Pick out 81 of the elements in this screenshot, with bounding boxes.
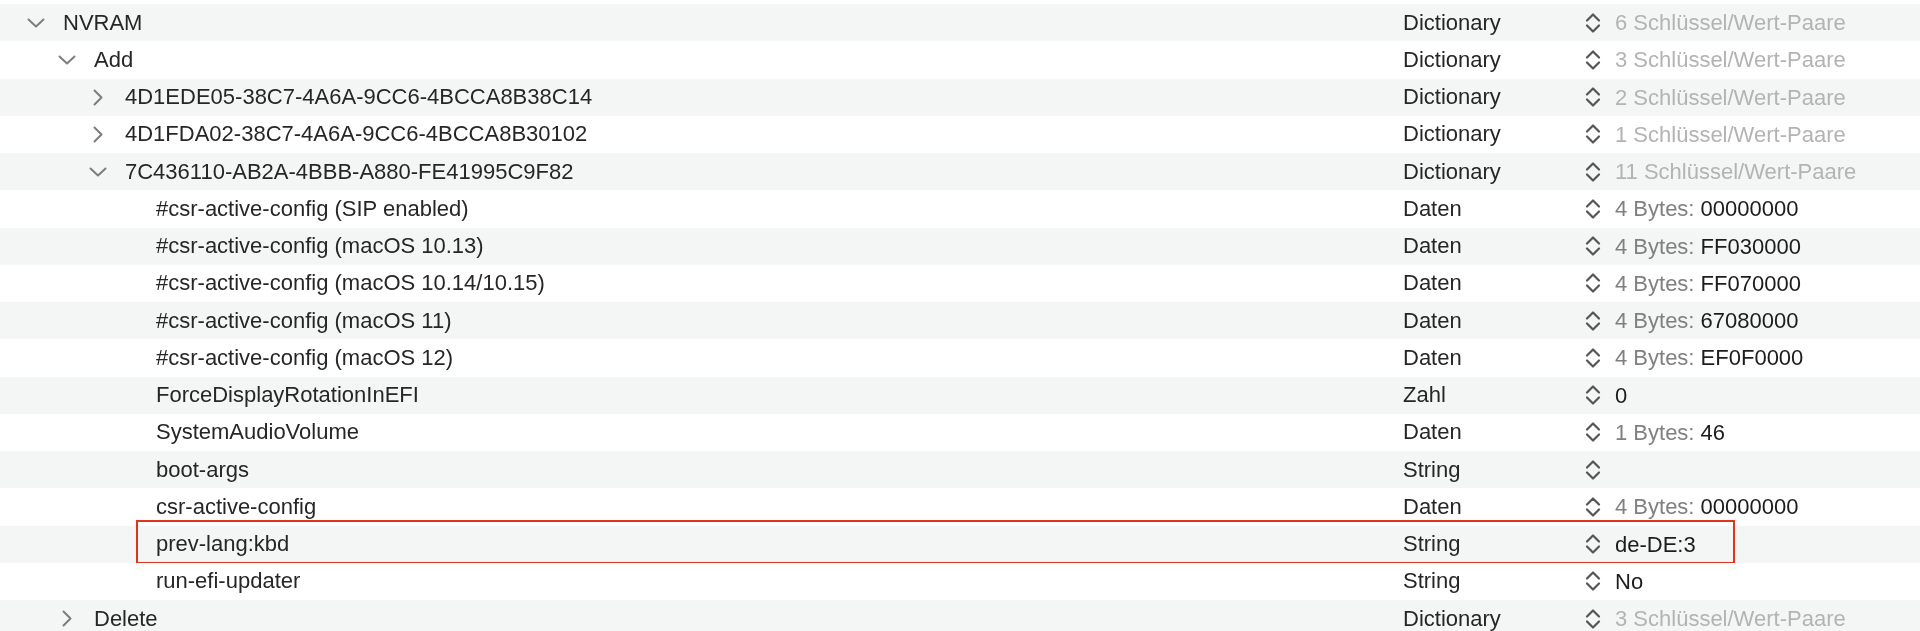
up-down-chevrons-icon[interactable] <box>1585 533 1601 556</box>
summary-text: 11 Schlüssel/Wert-Paare <box>1615 158 1857 187</box>
tree-row[interactable]: #csr-active-config (macOS 10.13) Daten 4 Bytes: FF030000 <box>0 227 1920 265</box>
key-label: #csr-active-config (macOS 10.13) <box>156 234 484 259</box>
type-label[interactable]: String <box>1403 532 1585 557</box>
key-label: prev-lang:kbd <box>156 532 290 557</box>
value-text[interactable]: 1 Bytes: 46 <box>1615 415 1726 449</box>
value-text[interactable]: 4 Bytes: FF030000 <box>1615 229 1801 263</box>
value-text[interactable]: de-DE:3 <box>1615 527 1696 561</box>
chevron-down-icon[interactable] <box>58 54 76 65</box>
value-text[interactable]: 4 Bytes: EF0F0000 <box>1615 341 1804 375</box>
type-label[interactable]: Dictionary <box>1403 159 1585 184</box>
key-label: #csr-active-config (SIP enabled) <box>156 196 469 221</box>
key-label: csr-active-config <box>156 494 317 519</box>
up-down-chevrons-icon[interactable] <box>1585 197 1601 220</box>
key-label: #csr-active-config (macOS 11) <box>156 308 452 333</box>
summary-text: 3 Schlüssel/Wert-Paare <box>1615 605 1846 631</box>
chevron-right-icon[interactable] <box>62 610 72 628</box>
type-label[interactable]: String <box>1403 457 1585 482</box>
type-label[interactable]: Dictionary <box>1403 85 1585 110</box>
up-down-chevrons-icon[interactable] <box>1585 607 1601 630</box>
chevron-down-icon[interactable] <box>27 17 45 28</box>
up-down-chevrons-icon[interactable] <box>1585 458 1601 481</box>
key-label: 7C436110-AB2A-4BBB-A880-FE41995C9F82 <box>125 159 574 184</box>
chevron-right-icon[interactable] <box>93 125 103 143</box>
up-down-chevrons-icon[interactable] <box>1585 86 1601 109</box>
up-down-chevrons-icon[interactable] <box>1585 570 1601 593</box>
up-down-chevrons-icon[interactable] <box>1585 160 1601 183</box>
summary-text: 1 Schlüssel/Wert-Paare <box>1615 120 1846 149</box>
up-down-chevrons-icon[interactable] <box>1585 346 1601 369</box>
type-label[interactable]: Daten <box>1403 196 1585 221</box>
key-label: SystemAudioVolume <box>156 420 359 445</box>
key-label: ForceDisplayRotationInEFI <box>156 383 419 408</box>
up-down-chevrons-icon[interactable] <box>1585 421 1601 444</box>
key-label: Add <box>94 47 134 72</box>
type-label[interactable]: Daten <box>1403 234 1585 259</box>
tree-row[interactable]: boot-args String <box>0 451 1920 489</box>
up-down-chevrons-icon[interactable] <box>1585 272 1601 295</box>
tree-row[interactable]: 7C436110-AB2A-4BBB-A880-FE41995C9F82 Dictionary 11 Schlüssel/Wert-Paare <box>0 153 1920 191</box>
type-label[interactable]: String <box>1403 569 1585 594</box>
up-down-chevrons-icon[interactable] <box>1585 123 1601 146</box>
tree-row[interactable]: Delete Dictionary 3 Schlüssel/Wert-Paare <box>0 600 1920 631</box>
key-label: #csr-active-config (macOS 12) <box>156 345 454 370</box>
key-label: #csr-active-config (macOS 10.14/10.15) <box>156 271 545 296</box>
type-label[interactable]: Dictionary <box>1403 122 1585 147</box>
summary-text: 3 Schlüssel/Wert-Paare <box>1615 46 1846 75</box>
tree-row[interactable]: NVRAM Dictionary 6 Schlüssel/Wert-Paare <box>0 4 1920 42</box>
up-down-chevrons-icon[interactable] <box>1585 235 1601 258</box>
value-text[interactable]: No <box>1615 564 1644 598</box>
type-label[interactable]: Dictionary <box>1403 47 1585 72</box>
value-text[interactable]: 4 Bytes: FF070000 <box>1615 266 1801 300</box>
value-text[interactable]: 4 Bytes: 67080000 <box>1615 304 1799 338</box>
type-label[interactable]: Daten <box>1403 271 1585 296</box>
value-text[interactable]: 4 Bytes: 00000000 <box>1615 490 1799 524</box>
up-down-chevrons-icon[interactable] <box>1585 11 1601 34</box>
chevron-right-icon[interactable] <box>93 88 103 106</box>
tree-row[interactable]: 4D1EDE05-38C7-4A6A-9CC6-4BCCA8B38C14 Dictionary 2 Schlüssel/Wert-Paare <box>0 78 1920 116</box>
key-label: 4D1EDE05-38C7-4A6A-9CC6-4BCCA8B38C14 <box>125 85 593 110</box>
key-label: Delete <box>94 606 158 631</box>
value-text[interactable]: 4 Bytes: 00000000 <box>1615 192 1799 226</box>
key-label: 4D1FDA02-38C7-4A6A-9CC6-4BCCA8B30102 <box>125 122 588 147</box>
value-text[interactable]: 0 <box>1615 378 1628 412</box>
up-down-chevrons-icon[interactable] <box>1585 384 1601 407</box>
key-label: boot-args <box>156 457 249 482</box>
tree-row[interactable]: ForceDisplayRotationInEFI Zahl 0 <box>0 376 1920 414</box>
chevron-down-icon[interactable] <box>89 166 107 177</box>
type-label[interactable]: Daten <box>1403 345 1585 370</box>
key-label: NVRAM <box>63 10 143 35</box>
type-label[interactable]: Daten <box>1403 494 1585 519</box>
up-down-chevrons-icon[interactable] <box>1585 48 1601 71</box>
tree-row[interactable]: #csr-active-config (macOS 11) Daten 4 Bytes: 67080000 <box>0 302 1920 340</box>
type-label[interactable]: Zahl <box>1403 383 1585 408</box>
type-label[interactable]: Daten <box>1403 420 1585 445</box>
key-label: run-efi-updater <box>156 569 301 594</box>
up-down-chevrons-icon[interactable] <box>1585 495 1601 518</box>
summary-text: 6 Schlüssel/Wert-Paare <box>1615 9 1846 38</box>
type-label[interactable]: Daten <box>1403 308 1585 333</box>
up-down-chevrons-icon[interactable] <box>1585 309 1601 332</box>
type-label[interactable]: Dictionary <box>1403 10 1585 35</box>
type-label[interactable]: Dictionary <box>1403 606 1585 631</box>
summary-text: 2 Schlüssel/Wert-Paare <box>1615 83 1846 112</box>
